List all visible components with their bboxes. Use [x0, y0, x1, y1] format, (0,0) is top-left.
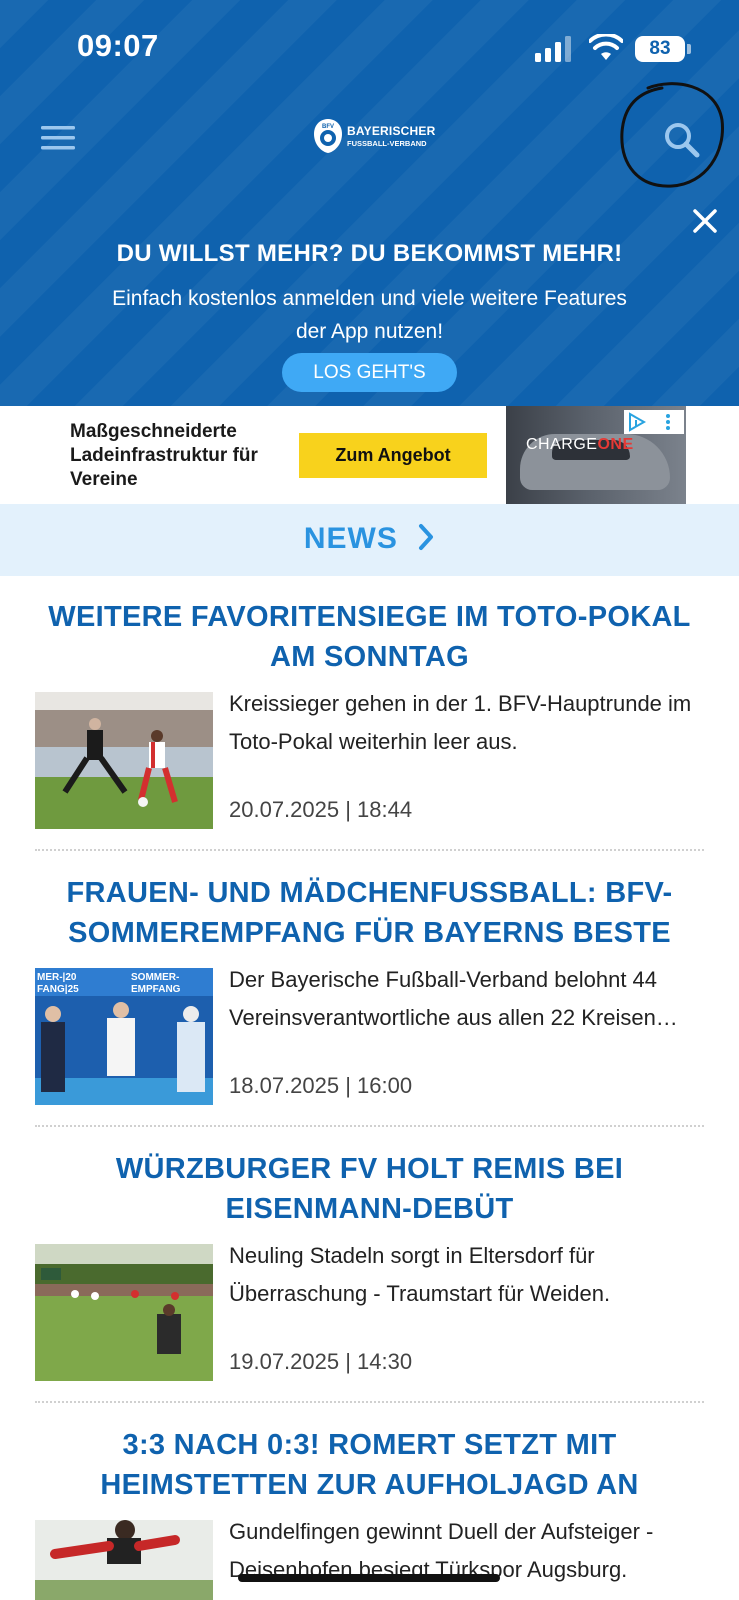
promo-title: DU WILLST MEHR? DU BEKOMMST MEHR!	[116, 240, 623, 267]
ad-cta-button[interactable]: Zum Angebot	[299, 433, 487, 478]
news-section-header: NEWS	[0, 504, 739, 576]
article-thumbnail	[35, 1244, 213, 1381]
bfv-logo[interactable]: BFV BAYERISCHER FUSSBALL-VERBAND	[311, 116, 435, 156]
article-date: 18.07.2025 | 16:00	[229, 1073, 413, 1098]
ad-brand-part1: CHARGE	[526, 436, 598, 453]
article-teaser: Der Bayerische Fußball-Verband belohnt 4…	[229, 967, 678, 1030]
article-teaser: Kreissieger gehen in der 1. BFV-Hauptrun…	[229, 691, 692, 754]
logo-line1: BAYERISCHER	[347, 124, 436, 138]
wifi-icon	[589, 34, 623, 60]
ad-text: Maßgeschneiderte Ladeinfrastruktur für V…	[70, 421, 258, 490]
article-thumbnail	[35, 1520, 213, 1600]
battery-level: 83	[649, 38, 671, 59]
chevron-right-icon	[419, 524, 434, 550]
status-time: 09:07	[77, 28, 159, 63]
article-title: WÜRZBURGER FV HOLT REMIS BEI EISENMANN-D…	[115, 1153, 624, 1225]
news-article[interactable]: FRAUEN- UND MÄDCHENFUSSBALL: BFV-SOMMERE…	[35, 873, 704, 1149]
news-article[interactable]: WEITERE FAVORITENSIEGE IM TOTO-POKAL AM …	[35, 597, 704, 873]
ad-banner[interactable]: Maßgeschneiderte Ladeinfrastruktur für V…	[0, 406, 739, 504]
article-teaser: Neuling Stadeln sorgt in Eltersdorf für …	[229, 1243, 611, 1306]
battery-tip	[687, 44, 691, 54]
battery-icon: 83	[635, 36, 691, 62]
header-hero: 09:07 83 BFV BAYERISCHER FUSSBALL-VERBAN…	[0, 0, 739, 406]
bfv-badge-icon: BFV	[314, 119, 342, 153]
promo-body: Einfach kostenlos anmelden und viele wei…	[112, 287, 627, 343]
thumb-text-left: MER-|20	[37, 972, 77, 983]
article-title: FRAUEN- UND MÄDCHENFUSSBALL: BFV-SOMMERE…	[66, 877, 673, 949]
ad-choices-icon[interactable]	[624, 410, 684, 434]
article-title: 3:3 NACH 0:3! ROMERT SETZT MIT HEIMSTETT…	[100, 1429, 639, 1501]
article-divider	[35, 849, 704, 851]
ad-brand: CHARGEONE	[526, 436, 634, 454]
article-date: 19.07.2025 | 14:30	[229, 1349, 413, 1374]
article-date: 20.07.2025 | 18:44	[229, 797, 413, 822]
thumb-text-right: SOMMER-	[131, 972, 179, 983]
article-thumbnail: MER-|20 FANG|25 SOMMER- EMPFANG	[35, 968, 213, 1105]
close-icon[interactable]	[690, 206, 720, 236]
article-divider	[35, 1125, 704, 1127]
news-label: NEWS	[303, 522, 398, 555]
news-link[interactable]: NEWS	[0, 522, 739, 556]
signal-icon	[535, 36, 571, 62]
home-indicator[interactable]	[238, 1574, 500, 1582]
logo-line2: FUSSBALL-VERBAND	[347, 139, 427, 148]
svg-text:EMPFANG: EMPFANG	[131, 984, 181, 995]
status-icons: 83	[535, 34, 695, 64]
article-title: WEITERE FAVORITENSIEGE IM TOTO-POKAL AM …	[48, 601, 691, 673]
article-thumbnail	[35, 692, 213, 829]
logo-badge-text: BFV	[322, 124, 334, 130]
svg-text:FANG|25: FANG|25	[37, 984, 79, 995]
search-icon[interactable]	[660, 118, 704, 162]
promo-cta-button[interactable]: LOS GEHT'S	[282, 353, 457, 392]
article-divider	[35, 1401, 704, 1403]
hamburger-menu-icon[interactable]	[38, 120, 78, 156]
news-article[interactable]: WÜRZBURGER FV HOLT REMIS BEI EISENMANN-D…	[35, 1149, 704, 1425]
ad-brand-part2: ONE	[597, 436, 634, 453]
